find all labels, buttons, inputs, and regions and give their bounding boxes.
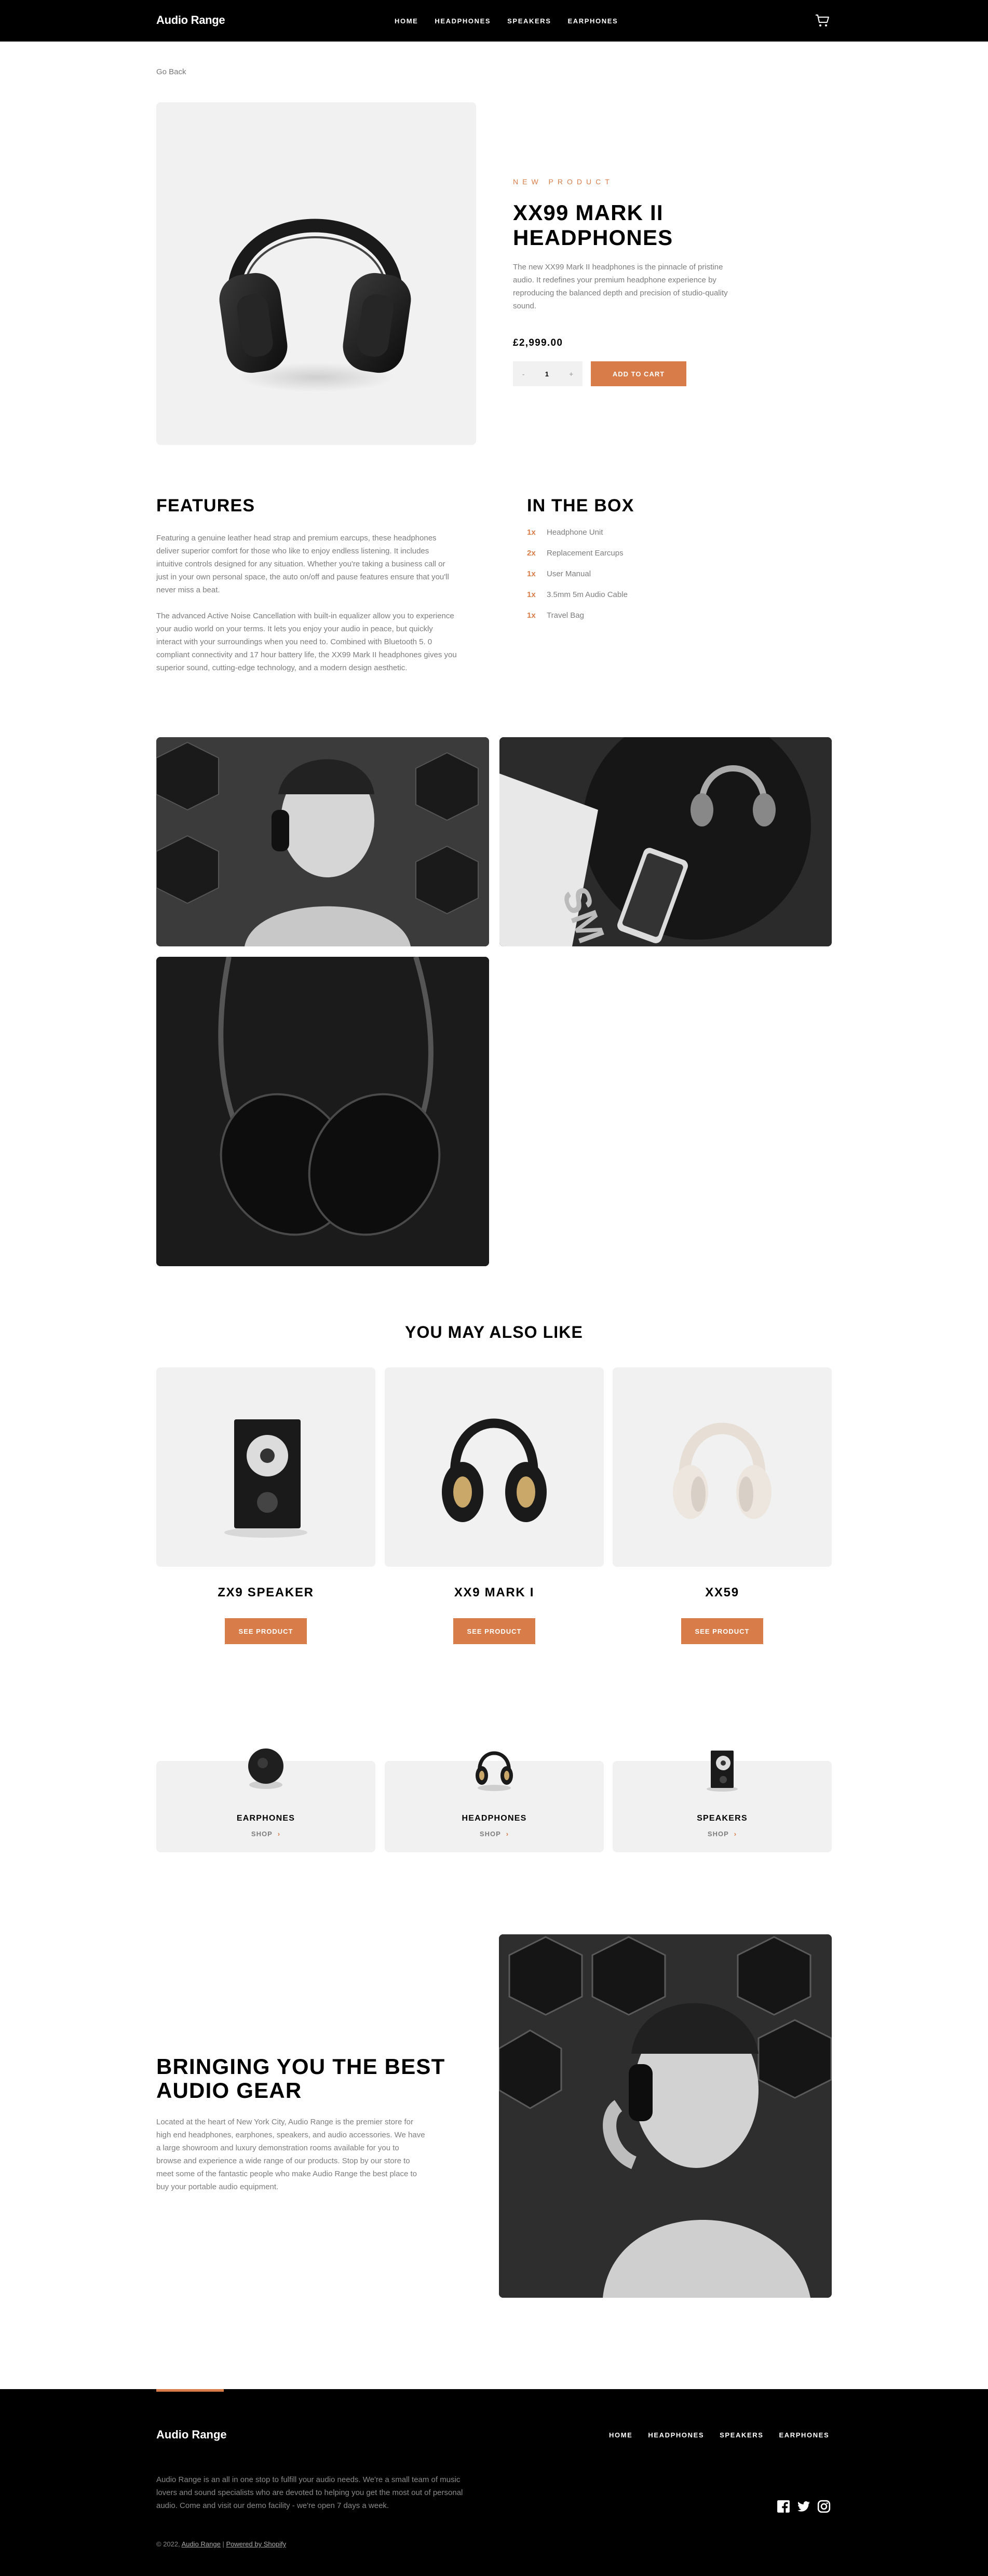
product-title: XX99 MARK II HEADPHONES (513, 200, 673, 250)
category-name: SPEAKERS (697, 1814, 748, 1823)
gallery-image-table-flatlay: SMAG (499, 737, 832, 946)
best-gear-heading: BRINGING YOU THE BEST AUDIO GEAR (156, 2054, 445, 2103)
product-card-name: ZX9 SPEAKER (218, 1585, 314, 1599)
facebook-icon[interactable] (777, 2500, 790, 2513)
footer-nav-earphones[interactable]: EARPHONES (779, 2431, 829, 2439)
powered-by-link[interactable]: Powered by Shopify (226, 2540, 286, 2548)
headphones-image (476, 1751, 513, 1791)
features-paragraph: The advanced Active Noise Cancellation w… (156, 612, 457, 672)
box-item: 1x Headphone Unit (527, 528, 603, 537)
category-shop-link[interactable]: SHOP › (613, 1830, 832, 1838)
footer-nav-speakers[interactable]: SPEAKERS (720, 2431, 763, 2439)
footer-nav-headphones[interactable]: HEADPHONES (648, 2431, 704, 2439)
earphones-image (248, 1748, 283, 1789)
product-card-image (385, 1367, 604, 1567)
quantity-stepper: - 1 + (513, 361, 583, 386)
speakers-image (707, 1751, 738, 1792)
box-item: 1x 3.5mm 5m Audio Cable (527, 590, 628, 599)
gallery-image-headphones-closeup (156, 957, 489, 1266)
best-gear-text: Located at the heart of New York City, A… (156, 2118, 425, 2191)
chevron-right-icon: › (734, 1830, 737, 1838)
main-nav: HOME HEADPHONES SPEAKERS EARPHONES (395, 17, 618, 25)
see-product-button[interactable]: SEE PRODUCT (681, 1618, 763, 1644)
quantity-value[interactable]: 1 (545, 370, 549, 378)
category-name: EARPHONES (236, 1814, 295, 1823)
may-also-like-heading: YOU MAY ALSO LIKE (405, 1323, 583, 1341)
nav-earphones[interactable]: EARPHONES (567, 17, 618, 25)
features-paragraph: Featuring a genuine leather head strap a… (156, 534, 449, 594)
footer-nav-home[interactable]: HOME (609, 2431, 632, 2439)
chevron-right-icon: › (277, 1830, 281, 1838)
product-price: £2,999.00 (513, 337, 563, 348)
decrement-button[interactable]: - (522, 370, 524, 378)
box-item: 2x Replacement Earcups (527, 549, 624, 558)
category-name: HEADPHONES (462, 1814, 527, 1823)
product-card-name: XX59 (705, 1585, 739, 1599)
increment-button[interactable]: + (569, 370, 573, 378)
category-shop-link[interactable]: SHOP › (385, 1830, 604, 1838)
see-product-button[interactable]: SEE PRODUCT (225, 1618, 307, 1644)
product-image (156, 102, 476, 445)
footer-accent-bar (156, 2389, 224, 2392)
product-card-image (156, 1367, 375, 1567)
nav-headphones[interactable]: HEADPHONES (435, 17, 491, 25)
in-the-box-heading: IN THE BOX (527, 496, 634, 516)
best-gear-image (499, 1934, 832, 2298)
footer-logo[interactable]: Audio Range (156, 2428, 227, 2442)
nav-speakers[interactable]: SPEAKERS (507, 17, 551, 25)
twitter-icon[interactable] (797, 2500, 810, 2513)
product-card-name: XX9 MARK I (454, 1585, 535, 1599)
footer-description: Audio Range is an all in one stop to ful… (156, 2475, 463, 2510)
product-card-image (613, 1367, 832, 1567)
site-logo[interactable]: Audio Range (156, 13, 225, 27)
cart-icon[interactable] (815, 14, 830, 28)
add-to-cart-button[interactable]: ADD TO CART (591, 361, 686, 386)
instagram-icon[interactable] (817, 2500, 831, 2513)
box-item: 1x User Manual (527, 570, 591, 578)
go-back-link[interactable]: Go Back (156, 67, 186, 76)
see-product-button[interactable]: SEE PRODUCT (453, 1618, 535, 1644)
chevron-right-icon: › (506, 1830, 509, 1838)
site-footer (0, 2389, 988, 2576)
nav-home[interactable]: HOME (395, 17, 418, 25)
gallery-image-man-headphones (156, 737, 489, 946)
footer-nav: HOME HEADPHONES SPEAKERS EARPHONES (609, 2431, 829, 2439)
store-link[interactable]: Audio Range (182, 2540, 221, 2548)
box-item: 1x Travel Bag (527, 611, 584, 620)
product-description: The new XX99 Mark II headphones is the p… (513, 263, 728, 310)
footer-copyright: © 2022, Audio Range | Powered by Shopify (156, 2540, 287, 2548)
features-heading: FEATURES (156, 496, 255, 516)
product-eyebrow: NEW PRODUCT (513, 178, 614, 186)
category-shop-link[interactable]: SHOP › (156, 1830, 375, 1838)
